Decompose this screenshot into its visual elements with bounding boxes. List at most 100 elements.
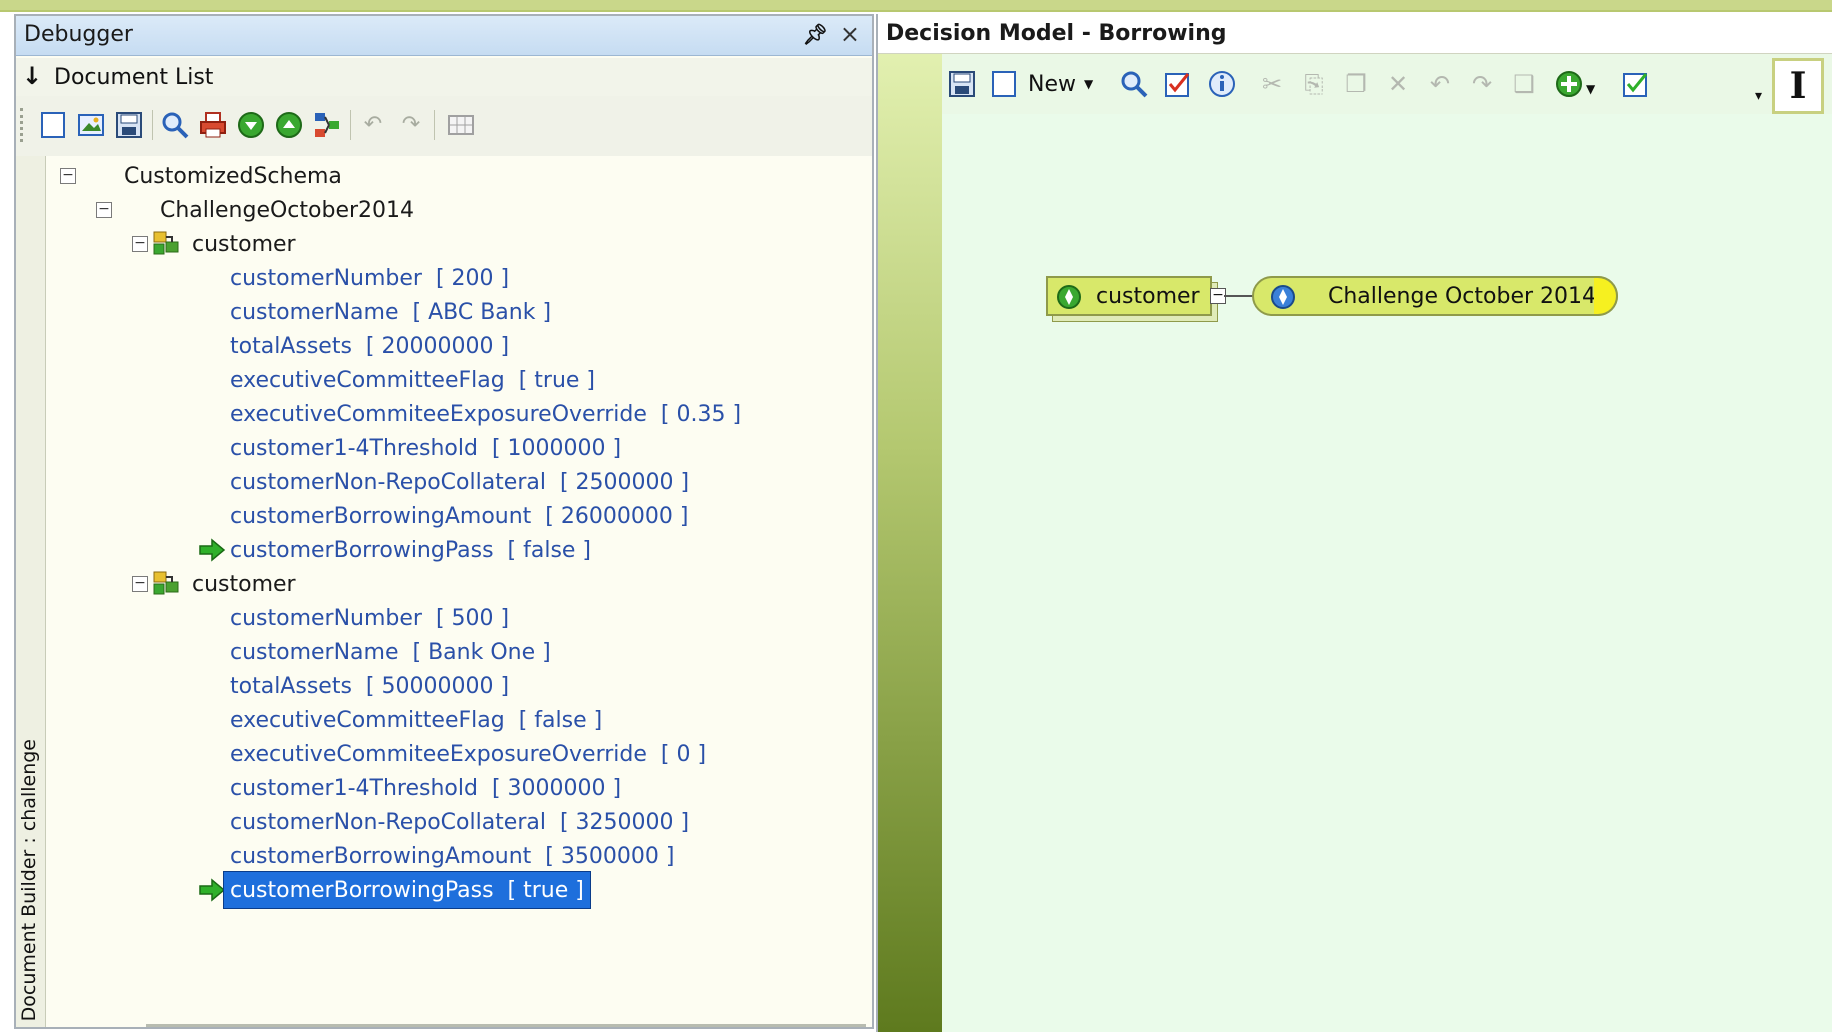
field-value: [ false ]	[507, 537, 592, 563]
tree-field-row[interactable]: customerNumber [ 200 ]	[230, 260, 509, 296]
field-name: customerBorrowingAmount	[230, 503, 532, 529]
tree-field-row[interactable]: customerBorrowingAmount [ 3500000 ]	[230, 838, 674, 874]
add-icon[interactable]	[1554, 68, 1586, 100]
save-icon[interactable]	[114, 110, 144, 140]
tree-field-row[interactable]: executiveCommitteeFlag [ true ]	[230, 362, 595, 398]
field-name: customerNon-RepoCollateral	[230, 809, 546, 835]
undo-icon[interactable]: ↶	[1424, 68, 1456, 100]
collapse-icon[interactable]: −	[96, 202, 112, 218]
field-name: customerName	[230, 299, 399, 325]
tree-field-row[interactable]: customerNon-RepoCollateral [ 3250000 ]	[230, 804, 689, 840]
check-document-icon[interactable]	[1620, 68, 1652, 100]
collapse-icon[interactable]: −	[60, 168, 76, 184]
schema-icon[interactable]	[312, 110, 342, 140]
field-value: [ 200 ]	[435, 265, 510, 291]
layout-icon[interactable]: ❑	[1508, 68, 1540, 100]
debugger-pane: Debugger 📌︎ × ↓ Document List ↶ ↷ Docume…	[14, 14, 874, 1029]
tree-node-customer[interactable]: customer	[192, 226, 296, 262]
field-value: [ 26000000 ]	[545, 503, 689, 529]
print-icon[interactable]	[198, 110, 228, 140]
cut-icon[interactable]: ✂	[1256, 68, 1288, 100]
move-down-icon[interactable]	[236, 110, 266, 140]
entity-icon	[153, 571, 179, 595]
customer-entity-node[interactable]: customer	[1046, 276, 1212, 316]
find-icon[interactable]	[160, 110, 190, 140]
field-name: customer1-4Threshold	[230, 435, 478, 461]
save-icon[interactable]	[946, 68, 978, 100]
decision-node-end	[1594, 276, 1618, 316]
tree-field-row[interactable]: customerBorrowingPass [ false ]	[230, 532, 591, 568]
field-value: [ 3000000 ]	[491, 775, 622, 801]
document-builder-tab[interactable]: Document Builder : challenge	[16, 156, 46, 1027]
open-image-icon[interactable]	[76, 110, 106, 140]
delete-icon[interactable]: ✕	[1382, 68, 1414, 100]
tree-field-row-selected[interactable]: customerBorrowingPass [ true ]	[223, 871, 591, 909]
field-value: [ true ]	[507, 877, 584, 903]
tree-field-row[interactable]: totalAssets [ 50000000 ]	[230, 668, 509, 704]
model-canvas[interactable]: customer − Challenge October 2014	[942, 114, 1832, 1032]
new-document-icon[interactable]	[38, 110, 68, 140]
tree-field-row[interactable]: customer1-4Threshold [ 1000000 ]	[230, 430, 621, 466]
text-cursor-icon[interactable]: I	[1772, 58, 1824, 114]
document-tree: − CustomizedSchema − ChallengeOctober201…	[46, 156, 872, 1027]
tree-field-row[interactable]: totalAssets [ 20000000 ]	[230, 328, 509, 364]
close-icon[interactable]: ×	[840, 20, 860, 48]
field-value: [ 0.35 ]	[660, 401, 742, 427]
tree-field-row[interactable]: executiveCommitteeFlag [ false ]	[230, 702, 602, 738]
undo-icon[interactable]: ↶	[358, 110, 388, 140]
tree-field-row[interactable]: customerName [ ABC Bank ]	[230, 294, 551, 330]
toolbar-grip[interactable]	[20, 108, 24, 142]
tree-field-row[interactable]: customerBorrowingAmount [ 26000000 ]	[230, 498, 688, 534]
find-icon[interactable]	[1118, 68, 1150, 100]
entity-icon	[153, 231, 179, 255]
field-name: customerNon-RepoCollateral	[230, 469, 546, 495]
tree-field-row[interactable]: customerNon-RepoCollateral [ 2500000 ]	[230, 464, 689, 500]
info-icon[interactable]	[1206, 68, 1238, 100]
toolbar-separator	[152, 110, 153, 140]
tree-field-row[interactable]: executiveCommiteeExposureOverride [ 0.35…	[230, 396, 741, 432]
tree-field-row[interactable]: customerNumber [ 500 ]	[230, 600, 509, 636]
tree-node-customer[interactable]: customer	[192, 566, 296, 602]
horizontal-scrollbar[interactable]	[146, 1024, 866, 1027]
entity-node-icon	[1057, 285, 1081, 309]
field-value: [ 0 ]	[660, 741, 707, 767]
debugger-title-bar[interactable]: Debugger 📌︎ ×	[16, 16, 872, 56]
tree-node-root[interactable]: CustomizedSchema	[124, 158, 342, 194]
field-value: [ 2500000 ]	[559, 469, 690, 495]
tree-field-row[interactable]: customer1-4Threshold [ 3000000 ]	[230, 770, 621, 806]
field-value: [ false ]	[518, 707, 603, 733]
collapse-icon[interactable]: −	[132, 576, 148, 592]
redo-icon[interactable]: ↷	[396, 110, 426, 140]
redo-icon[interactable]: ↷	[1466, 68, 1498, 100]
field-value: [ 50000000 ]	[365, 673, 510, 699]
window-top-border-line	[0, 10, 1832, 12]
field-name: executiveCommitteeFlag	[230, 367, 505, 393]
validate-icon[interactable]	[1162, 68, 1194, 100]
entity-node-label: customer	[1096, 284, 1200, 309]
tree-node-label: ChallengeOctober2014	[160, 197, 415, 223]
tree-field-row[interactable]: executiveCommiteeExposureOverride [ 0 ]	[230, 736, 706, 772]
tree-node-challenge[interactable]: ChallengeOctober2014	[160, 192, 414, 228]
field-name: customerBorrowingAmount	[230, 843, 532, 869]
collapse-icon[interactable]: −	[132, 236, 148, 252]
decision-node[interactable]: Challenge October 2014	[1252, 276, 1618, 316]
new-document-icon[interactable]	[988, 68, 1020, 100]
tree-field-row[interactable]: customerName [ Bank One ]	[230, 634, 551, 670]
field-name: customerBorrowingPass	[230, 537, 494, 563]
copy-icon[interactable]: ⎘	[1298, 68, 1330, 100]
paste-icon[interactable]: ❐	[1340, 68, 1372, 100]
decision-node-label: Challenge October 2014	[1328, 284, 1597, 309]
move-up-icon[interactable]	[274, 110, 304, 140]
field-value: [ Bank One ]	[412, 639, 551, 665]
document-builder-tab-label: Document Builder : challenge	[18, 738, 40, 1021]
toolbar-overflow-icon[interactable]: ▾	[1755, 88, 1762, 104]
grid-icon[interactable]	[446, 110, 476, 140]
debugger-toolbar: ↶ ↷	[16, 96, 872, 156]
dropdown-arrow-icon[interactable]: ▼	[1586, 82, 1595, 96]
dropdown-arrow-icon: ▼	[1084, 77, 1094, 91]
node-connector	[1224, 295, 1254, 297]
decision-model-title-bar[interactable]: Decision Model - Borrowing	[878, 14, 1832, 54]
field-name: customer1-4Threshold	[230, 775, 478, 801]
pin-icon[interactable]: 📌︎	[803, 22, 828, 46]
new-button[interactable]: New ▼	[1028, 68, 1093, 100]
